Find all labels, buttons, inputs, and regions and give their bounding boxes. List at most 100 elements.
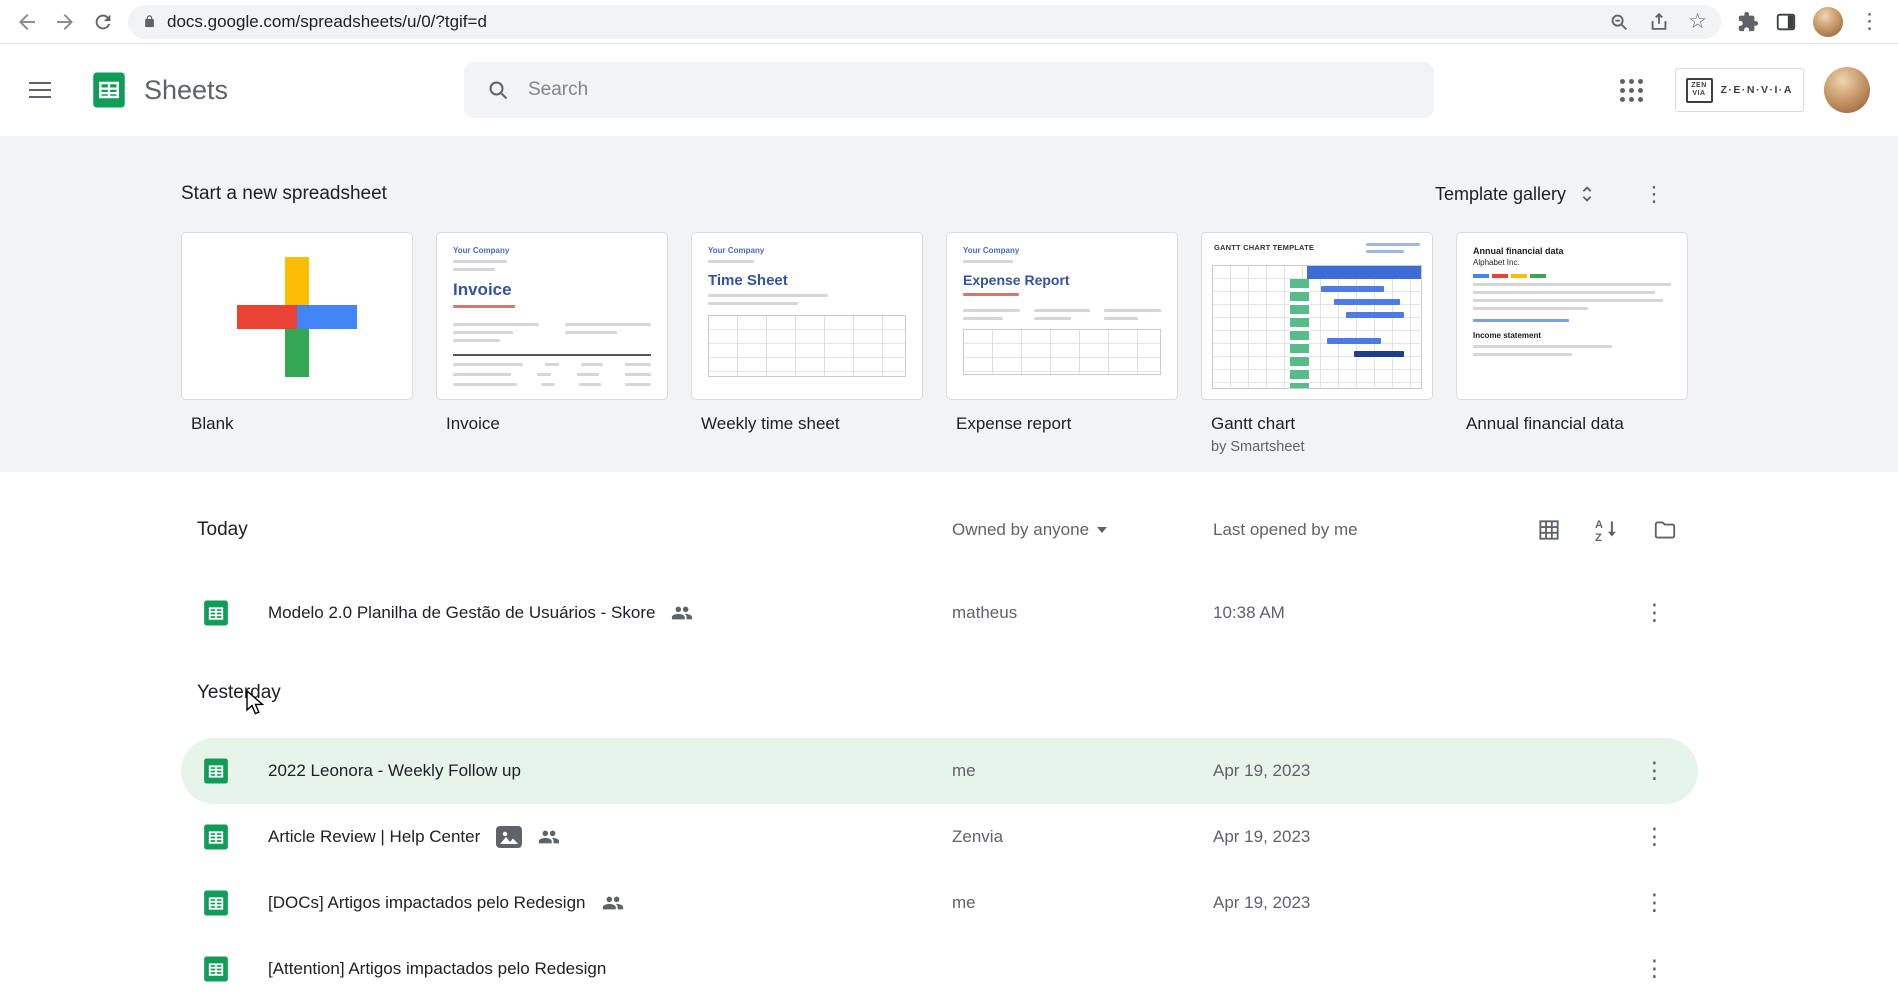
forward-button[interactable] — [46, 3, 84, 41]
thumb-line — [963, 293, 1019, 296]
back-button[interactable] — [8, 3, 46, 41]
thumb-line — [708, 302, 798, 305]
thumb-title: GANTT CHART TEMPLATE — [1214, 243, 1314, 252]
template-card-expense-report[interactable]: Your Company Expense Report Expense repo… — [946, 232, 1178, 455]
file-last-opened: 10:38 AM — [1213, 603, 1513, 623]
template-thumbnail-expense: Your Company Expense Report — [946, 232, 1178, 400]
open-file-picker-button[interactable] — [1648, 513, 1682, 547]
sheets-file-icon — [201, 756, 268, 786]
template-thumbnail-blank — [181, 232, 413, 400]
sheets-logo[interactable] — [88, 69, 130, 111]
row-menu-button[interactable]: ⋮ — [1643, 759, 1698, 783]
template-section-menu-button[interactable]: ⋮ — [1634, 174, 1674, 214]
row-menu-button[interactable]: ⋮ — [1643, 957, 1698, 981]
svg-text:A: A — [1595, 519, 1603, 531]
list-header: Today Owned by anyone Last opened by me … — [181, 506, 1698, 554]
thumb-subtitle: Alphabet Inc. — [1473, 258, 1671, 267]
browser-menu-button[interactable]: ⋮ — [1859, 11, 1880, 32]
address-bar[interactable]: docs.google.com/spreadsheets/u/0/?tgif=d… — [128, 5, 1721, 39]
account-avatar[interactable] — [1824, 67, 1870, 113]
shared-people-icon — [538, 826, 560, 848]
template-thumbnail-timesheet: Your Company Time Sheet — [691, 232, 923, 400]
search-input[interactable] — [528, 79, 1412, 101]
row-menu-button[interactable]: ⋮ — [1643, 601, 1698, 625]
file-row-selected[interactable]: 2022 Leonora - Weekly Follow up me Apr 1… — [181, 738, 1698, 804]
owner-filter-dropdown[interactable]: Owned by anyone — [952, 520, 1213, 540]
template-card-gantt-chart[interactable]: GANTT CHART TEMPLATE Gantt chart by Sm — [1201, 232, 1433, 455]
thumb-line — [1473, 291, 1655, 294]
thumb-company-text: Your Company — [708, 246, 906, 255]
thumb-link-line — [1473, 319, 1569, 322]
thumb-fields — [963, 304, 1161, 320]
column-last-opened[interactable]: Last opened by me — [1213, 520, 1513, 540]
hamburger-icon — [29, 82, 51, 84]
template-label: Blank — [191, 414, 413, 434]
shared-people-icon — [671, 602, 693, 624]
kebab-icon: ⋮ — [1643, 823, 1666, 849]
zoom-icon[interactable] — [1608, 11, 1630, 33]
group-label-yesterday: Yesterday — [197, 682, 1698, 706]
browser-profile-avatar[interactable] — [1813, 7, 1843, 37]
thumb-line — [963, 260, 1013, 263]
template-card-annual-financial-data[interactable]: Annual financial data Alphabet Inc. Inco… — [1456, 232, 1688, 455]
bookmark-star-icon[interactable]: ☆ — [1688, 11, 1707, 32]
row-menu-button[interactable]: ⋮ — [1643, 825, 1698, 849]
file-last-opened: Apr 19, 2023 — [1213, 827, 1513, 847]
kebab-icon: ⋮ — [1644, 184, 1665, 205]
file-row[interactable]: [DOCs] Artigos impactados pelo Redesign … — [181, 870, 1698, 936]
thumb-title: Annual financial data — [1473, 246, 1671, 257]
file-owner: matheus — [952, 603, 1213, 623]
thumb-line — [1473, 299, 1663, 302]
color-strip — [1473, 274, 1671, 278]
sheets-file-icon — [201, 954, 268, 984]
template-card-invoice[interactable]: Your Company Invoice Invoice — [436, 232, 668, 455]
thumb-table — [708, 315, 906, 377]
google-apps-button[interactable] — [1609, 67, 1655, 113]
sheets-file-icon — [201, 888, 268, 918]
embedded-image-icon — [496, 826, 522, 848]
template-label: Expense report — [956, 414, 1178, 434]
thumb-table — [453, 354, 651, 389]
extensions-puzzle-icon[interactable] — [1737, 11, 1759, 33]
template-card-weekly-time-sheet[interactable]: Your Company Time Sheet Weekly time shee… — [691, 232, 923, 455]
app-header: Sheets ZEN VIA Z·E·N·V·I·A — [0, 44, 1898, 136]
thumb-title: Expense Report — [963, 272, 1161, 288]
thumb-line — [708, 260, 754, 263]
template-gallery-button[interactable]: Template gallery — [1425, 177, 1608, 211]
file-owner: me — [952, 761, 1213, 781]
reload-button[interactable] — [84, 3, 122, 41]
template-gallery-label: Template gallery — [1435, 184, 1566, 205]
lock-icon[interactable] — [142, 14, 157, 29]
template-section: Start a new spreadsheet Template gallery… — [0, 136, 1898, 472]
template-card-blank[interactable]: Blank — [181, 232, 413, 455]
sheets-logo-icon — [88, 69, 130, 111]
file-title: 2022 Leonora - Weekly Follow up — [268, 761, 521, 781]
file-row[interactable]: Article Review | Help Center Zenvia Apr … — [181, 804, 1698, 870]
thumb-title: Invoice — [453, 280, 651, 300]
row-menu-button[interactable]: ⋮ — [1643, 891, 1698, 915]
file-title: [DOCs] Artigos impactados pelo Redesign — [268, 893, 586, 913]
omnibox-actions: ☆ — [1608, 11, 1707, 33]
share-icon[interactable] — [1648, 11, 1670, 33]
file-row-partial[interactable]: [Attention] Artigos impactados pelo Rede… — [181, 936, 1698, 1002]
search-bar[interactable] — [464, 62, 1434, 118]
thumb-line — [453, 305, 515, 308]
file-owner: Zenvia — [952, 827, 1213, 847]
main-menu-button[interactable] — [16, 66, 64, 114]
section-title: Start a new spreadsheet — [181, 183, 387, 205]
kebab-icon: ⋮ — [1643, 757, 1666, 783]
template-label: Weekly time sheet — [701, 414, 923, 434]
forward-icon — [53, 10, 77, 34]
side-panel-icon[interactable] — [1775, 11, 1797, 33]
grid-view-button[interactable] — [1532, 513, 1566, 547]
sort-button[interactable]: AZ — [1590, 513, 1624, 547]
thumb-fields — [1366, 243, 1420, 253]
file-row[interactable]: Modelo 2.0 Planilha de Gestão de Usuário… — [181, 580, 1698, 646]
file-title: Modelo 2.0 Planilha de Gestão de Usuário… — [268, 603, 655, 623]
list-view-controls: AZ — [1532, 513, 1698, 547]
file-last-opened: Apr 19, 2023 — [1213, 761, 1513, 781]
thumb-section-title: Income statement — [1473, 331, 1671, 340]
back-icon — [15, 10, 39, 34]
template-label: Annual financial data — [1466, 414, 1688, 434]
workspace-badge: ZEN VIA Z·E·N·V·I·A — [1675, 68, 1805, 112]
